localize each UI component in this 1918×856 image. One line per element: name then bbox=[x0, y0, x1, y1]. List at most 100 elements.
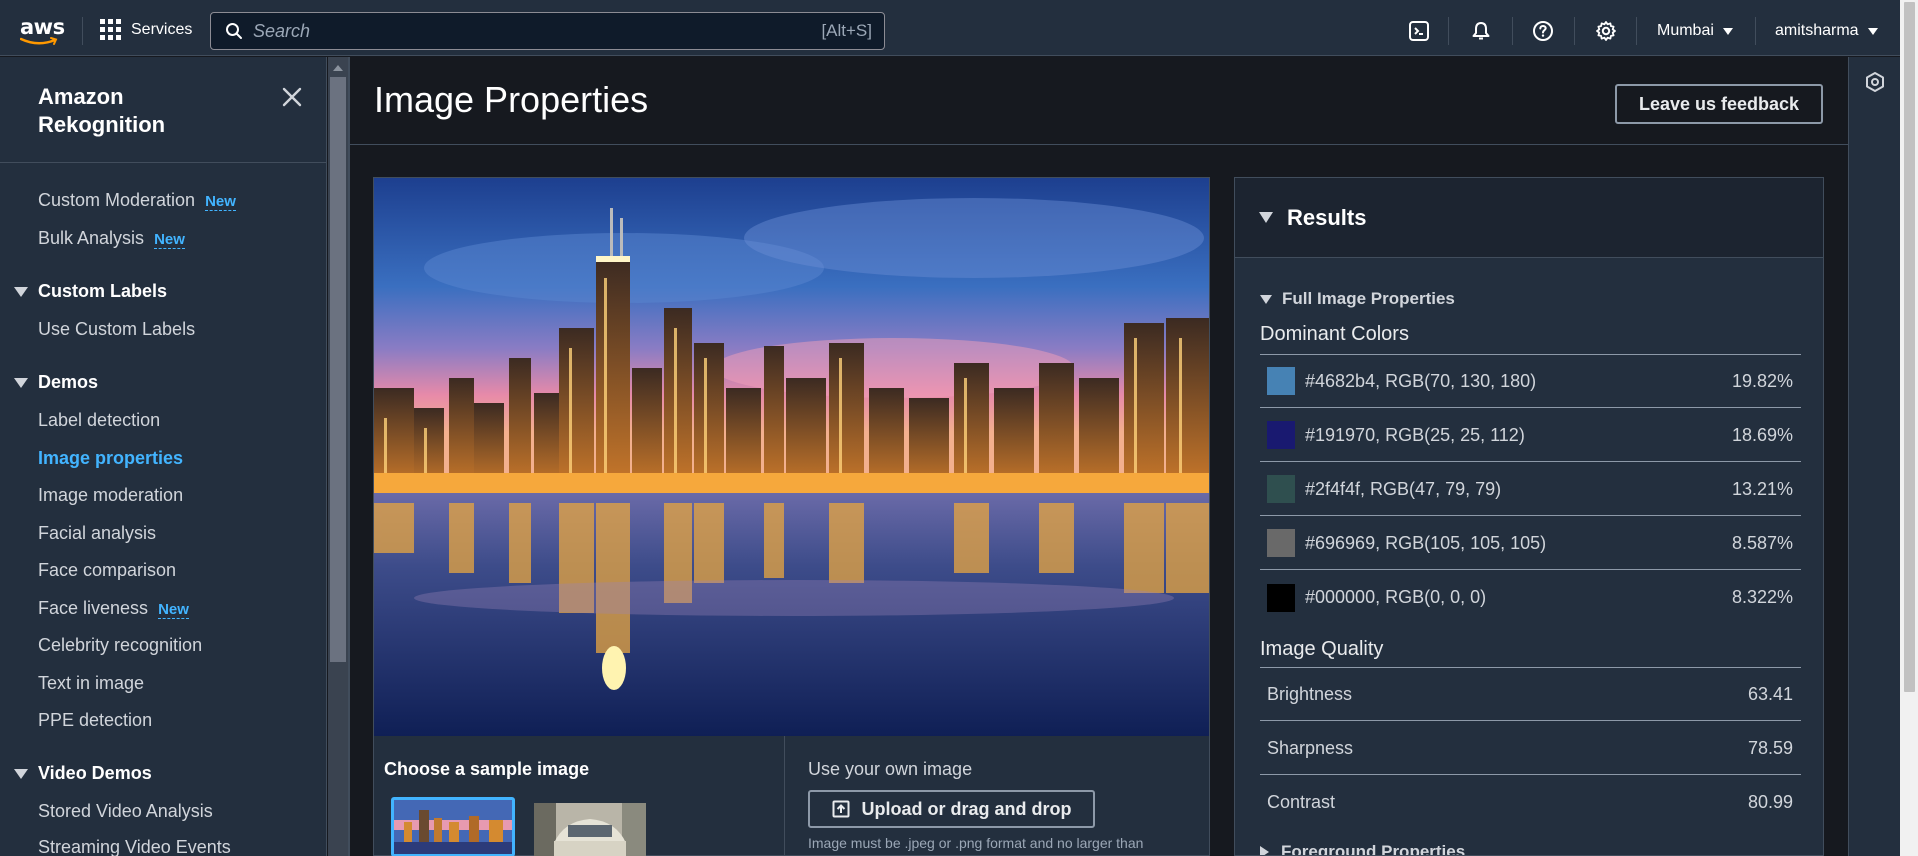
sidebar-item-face-comparison[interactable]: Face comparison bbox=[38, 560, 176, 581]
caret-down-icon bbox=[1260, 294, 1272, 304]
upload-icon bbox=[832, 800, 849, 818]
services-label: Services bbox=[131, 20, 193, 38]
top-navigation: aws Services [Alt+S] Mumbai bbox=[0, 5, 1900, 56]
sidebar-item-text-in-image[interactable]: Text in image bbox=[38, 673, 144, 694]
sidebar-item-image-properties[interactable]: Image properties bbox=[38, 448, 183, 469]
color-label: #696969, RGB(105, 105, 105) bbox=[1305, 532, 1547, 553]
sidebar-scrollbar-thumb[interactable] bbox=[330, 77, 346, 662]
sidebar-item-use-custom-labels[interactable]: Use Custom Labels bbox=[38, 319, 195, 340]
sidebar-item-custom-moderation[interactable]: Custom Moderation New bbox=[38, 190, 236, 211]
color-swatch bbox=[1267, 421, 1295, 449]
page-scrollbar[interactable] bbox=[1900, 0, 1918, 856]
caret-down-icon bbox=[14, 286, 28, 297]
full-image-properties-toggle[interactable]: Full Image Properties bbox=[1260, 289, 1455, 309]
quality-label: Brightness bbox=[1267, 683, 1353, 704]
dominant-color-row: #4682b4, RGB(70, 130, 180) 19.82% bbox=[1260, 355, 1801, 408]
scroll-up-arrow-icon[interactable] bbox=[333, 65, 343, 71]
cloudshell-icon[interactable] bbox=[1406, 18, 1432, 44]
caret-down-icon bbox=[1259, 212, 1273, 223]
help-icon[interactable] bbox=[1530, 18, 1556, 44]
page-title: Image Properties bbox=[374, 79, 649, 120]
sidebar-item-label: Face liveness bbox=[38, 598, 149, 618]
aws-logo[interactable]: aws bbox=[20, 15, 65, 47]
header-divider bbox=[350, 144, 1848, 145]
upload-button[interactable]: Upload or drag and drop bbox=[808, 790, 1095, 828]
color-label: #2f4f4f, RGB(47, 79, 79) bbox=[1305, 478, 1502, 499]
sidebar-item-bulk-analysis[interactable]: Bulk Analysis New bbox=[38, 228, 185, 249]
right-tools-rail bbox=[1848, 57, 1900, 856]
image-quality-row: Sharpness 78.59 bbox=[1260, 722, 1801, 775]
sidebar-item-face-liveness[interactable]: Face liveness New bbox=[38, 598, 189, 619]
sidebar-item-label-detection[interactable]: Label detection bbox=[38, 410, 160, 431]
color-swatch bbox=[1267, 367, 1295, 395]
city-skyline-photo bbox=[374, 178, 1209, 736]
grid-icon bbox=[100, 19, 121, 40]
sidebar-item-stored-video-analysis[interactable]: Stored Video Analysis bbox=[38, 801, 213, 822]
quality-value: 80.99 bbox=[1747, 792, 1793, 812]
color-percent: 18.69% bbox=[1731, 424, 1793, 445]
image-quality-heading: Image Quality bbox=[1260, 638, 1384, 660]
sidebar-section-video-demos[interactable]: Video Demos bbox=[14, 763, 152, 784]
settings-gear-icon[interactable] bbox=[1593, 18, 1619, 44]
image-quality-row: Brightness 63.41 bbox=[1260, 668, 1801, 721]
own-image-heading: Use your own image bbox=[808, 759, 973, 779]
nav-separator bbox=[82, 17, 83, 45]
nav-separator bbox=[1755, 17, 1756, 45]
color-percent: 19.82% bbox=[1731, 370, 1793, 391]
foreground-properties-toggle[interactable]: Foreground Properties bbox=[1260, 842, 1466, 856]
analyzed-image bbox=[374, 178, 1209, 736]
panel-divider bbox=[784, 736, 785, 856]
caret-down-icon bbox=[14, 768, 28, 779]
quality-value: 63.41 bbox=[1747, 683, 1793, 704]
color-percent: 13.21% bbox=[1731, 478, 1793, 499]
page-scrollbar-thumb[interactable] bbox=[1904, 2, 1915, 692]
foreground-properties-label: Foreground Properties bbox=[1281, 842, 1466, 856]
dominant-color-row: #2f4f4f, RGB(47, 79, 79) 13.21% bbox=[1260, 463, 1801, 516]
sidebar-header: Amazon Rekognition bbox=[0, 57, 326, 163]
dominant-color-row: #000000, RGB(0, 0, 0) 8.322% bbox=[1260, 571, 1801, 624]
region-selector[interactable]: Mumbai bbox=[1657, 22, 1733, 40]
caret-down-icon bbox=[1722, 27, 1733, 35]
search-box[interactable]: [Alt+S] bbox=[210, 12, 885, 50]
image-quality-row: Contrast 80.99 bbox=[1260, 776, 1801, 829]
color-swatch bbox=[1267, 583, 1295, 612]
sidebar-item-ppe-detection[interactable]: PPE detection bbox=[38, 710, 152, 731]
sidebar-title[interactable]: Amazon Rekognition bbox=[38, 83, 238, 139]
info-panel-icon[interactable] bbox=[1864, 71, 1886, 93]
region-label: Mumbai bbox=[1657, 22, 1714, 39]
leave-feedback-button[interactable]: Leave us feedback bbox=[1615, 84, 1823, 124]
quality-label: Contrast bbox=[1267, 792, 1336, 812]
search-shortcut: [Alt+S] bbox=[821, 21, 872, 40]
sidebar-item-streaming-video-events[interactable]: Streaming Video Events bbox=[38, 837, 231, 856]
account-menu[interactable]: amitsharma bbox=[1775, 22, 1878, 40]
upload-hint: Image must be .jpeg or .png format and n… bbox=[808, 835, 1144, 851]
new-badge: New bbox=[205, 193, 236, 211]
nav-separator bbox=[1636, 17, 1637, 45]
color-swatch bbox=[1267, 529, 1295, 557]
services-menu-button[interactable]: Services bbox=[100, 19, 192, 40]
close-icon[interactable] bbox=[280, 85, 304, 109]
caret-right-icon bbox=[1260, 846, 1269, 855]
sample-image-heading: Choose a sample image bbox=[384, 759, 590, 779]
aws-logo-text: aws bbox=[20, 15, 65, 39]
notifications-bell-icon[interactable] bbox=[1468, 18, 1494, 44]
search-input[interactable] bbox=[253, 20, 822, 42]
account-name: amitsharma bbox=[1775, 22, 1859, 39]
dominant-colors-heading: Dominant Colors bbox=[1260, 323, 1409, 345]
color-label: #191970, RGB(25, 25, 112) bbox=[1305, 424, 1525, 445]
sidebar-item-facial-analysis[interactable]: Facial analysis bbox=[38, 523, 156, 544]
dominant-color-row: #696969, RGB(105, 105, 105) 8.587% bbox=[1260, 517, 1801, 570]
caret-down-icon bbox=[14, 377, 28, 388]
sidebar-item-image-moderation[interactable]: Image moderation bbox=[38, 485, 183, 506]
sidebar-section-demos[interactable]: Demos bbox=[14, 372, 98, 393]
color-label: #000000, RGB(0, 0, 0) bbox=[1305, 587, 1487, 607]
sidebar-item-celebrity-recognition[interactable]: Celebrity recognition bbox=[38, 635, 202, 656]
sample-image-city-thumbnail[interactable] bbox=[391, 797, 515, 856]
sample-image-car-thumbnail[interactable] bbox=[534, 803, 646, 856]
sidebar-scrollbar[interactable] bbox=[328, 57, 348, 856]
sidebar-section-custom-labels[interactable]: Custom Labels bbox=[14, 281, 167, 302]
results-header[interactable]: Results bbox=[1235, 178, 1823, 258]
nav-separator bbox=[1448, 17, 1449, 45]
results-title: Results bbox=[1287, 205, 1367, 230]
quality-label: Sharpness bbox=[1267, 737, 1354, 758]
